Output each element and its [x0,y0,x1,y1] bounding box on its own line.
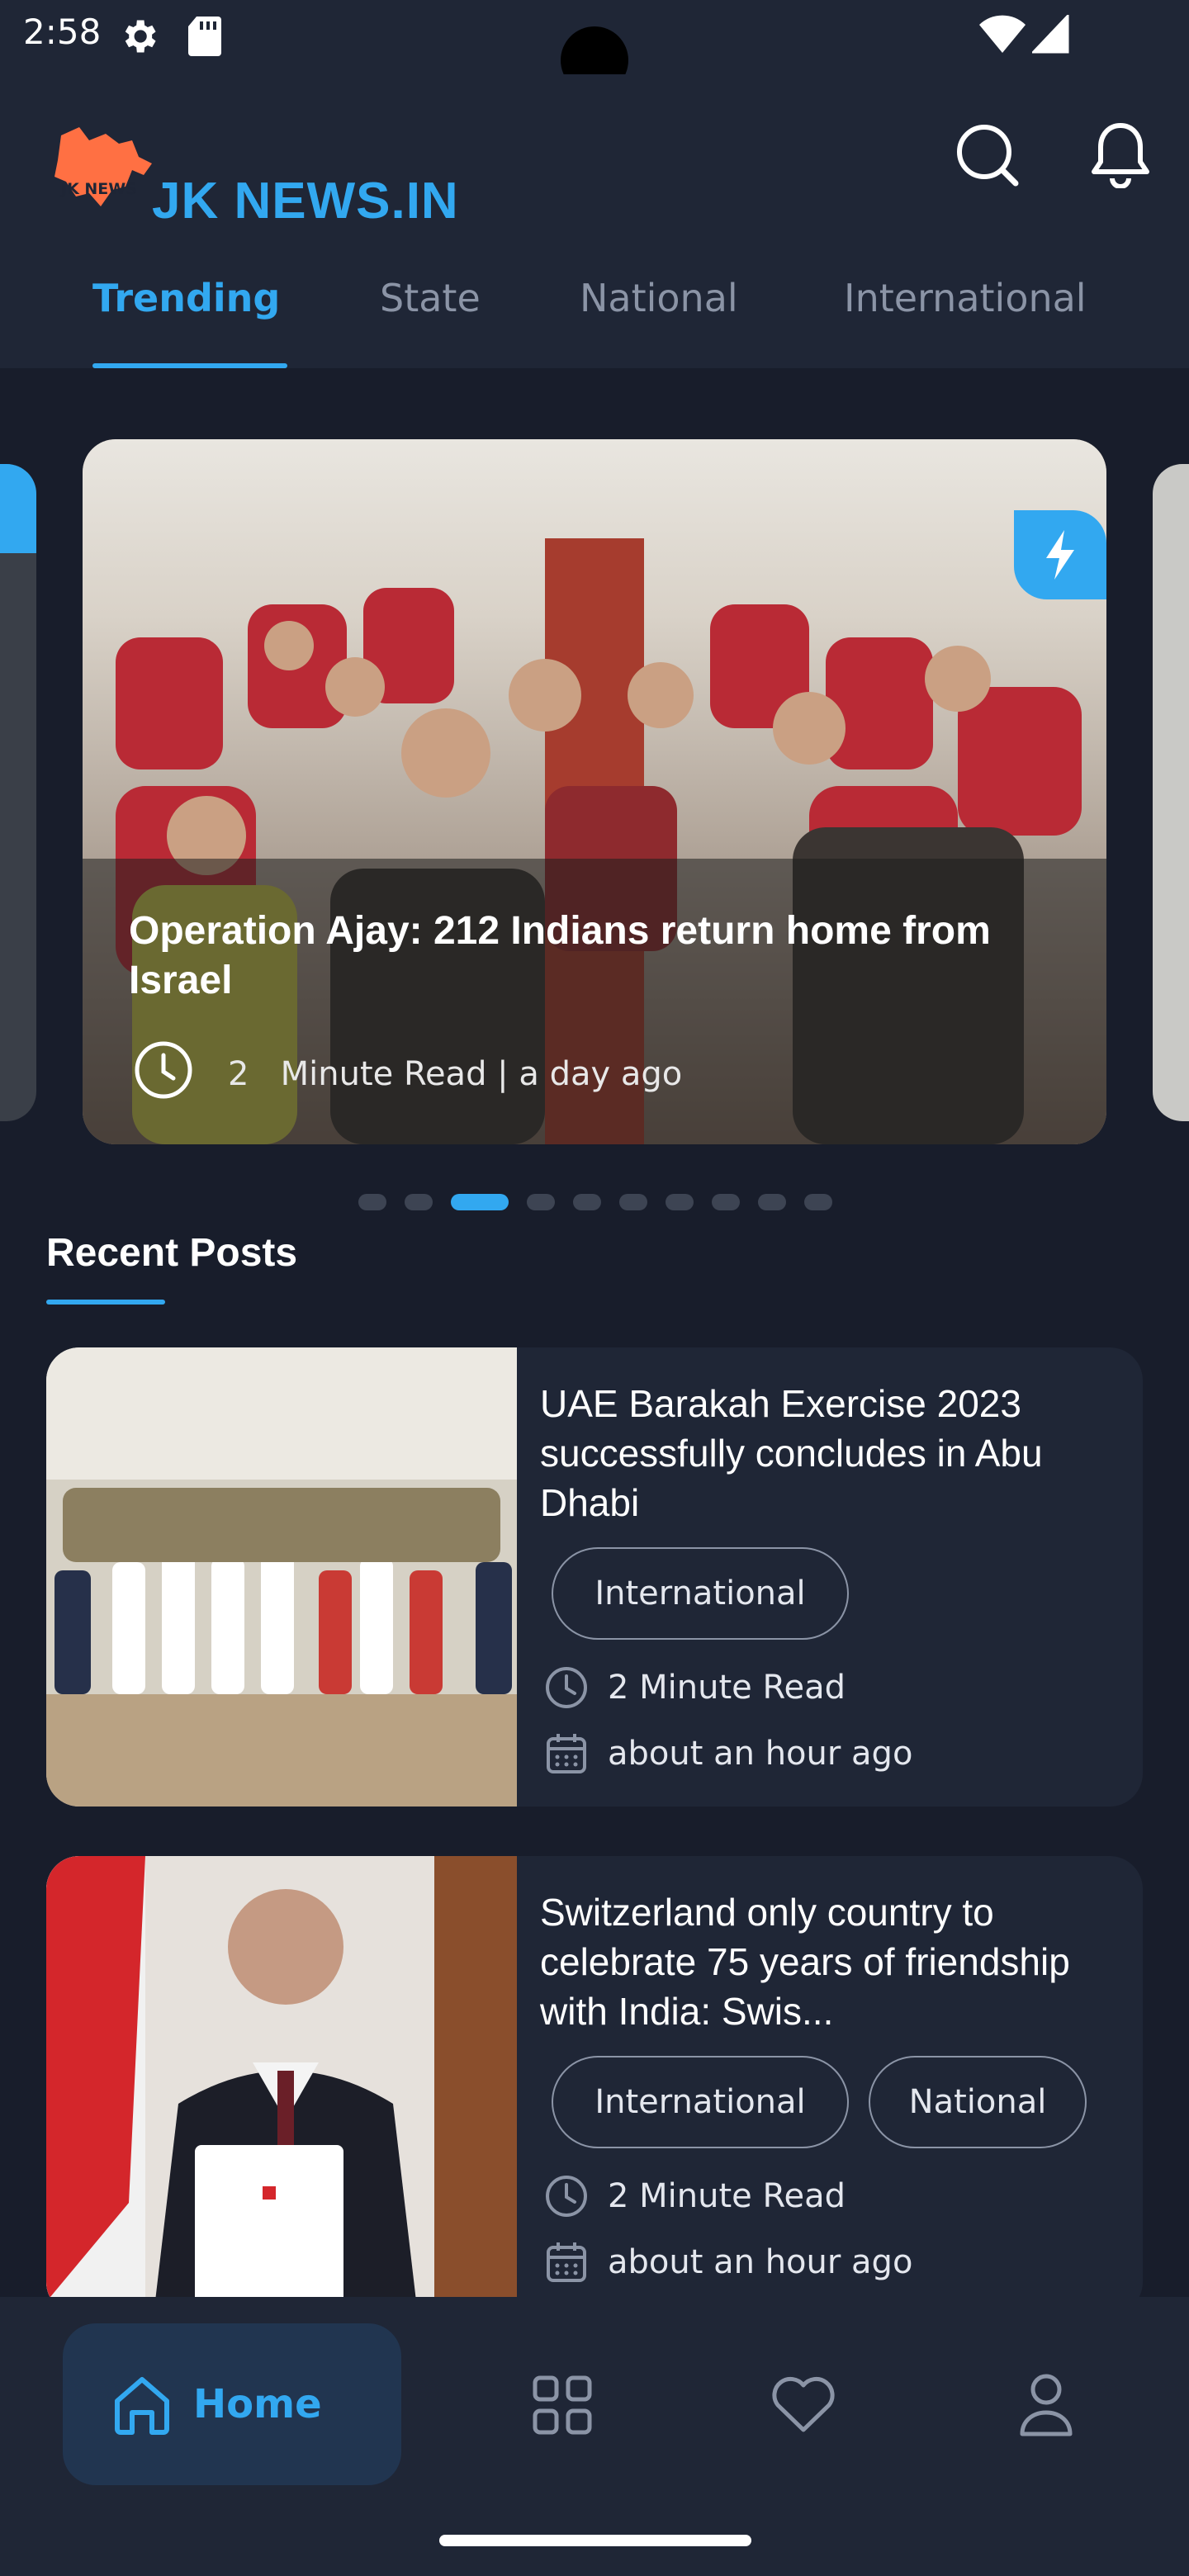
time-ago: about an hour ago [608,1735,913,1773]
post-card[interactable]: Switzerland only country to celebrate 75… [46,1856,1143,2315]
read-time: 2 Minute Read [608,2177,846,2215]
bell-icon [1092,123,1149,188]
clock-icon [543,2173,590,2219]
home-indicator[interactable] [439,2535,751,2546]
previous-slide-card[interactable] [0,464,36,1121]
pagination-dot[interactable] [573,1194,601,1210]
tab-state[interactable]: State [380,276,481,320]
carousel-pagination [0,1194,1189,1212]
calendar-icon [543,1731,590,1777]
read-time-row: 2 Minute Read [543,2173,846,2219]
trending-badge [1014,510,1106,599]
lightning-badge-icon [0,464,36,553]
logo-badge-text: JK NEWS [61,180,137,198]
post-thumbnail [46,1347,517,1807]
nav-categories-button[interactable] [525,2368,599,2442]
section-underline [46,1300,165,1305]
next-slide-card[interactable] [1153,464,1189,1121]
clock-icon [132,1039,195,1105]
tag-chip[interactable]: International [552,2056,849,2148]
grid-icon [533,2375,592,2435]
post-title: Switzerland only country to celebrate 75… [540,1891,1070,2033]
sd-card-icon [187,15,223,61]
pagination-dot[interactable] [804,1194,832,1210]
pagination-dot[interactable] [619,1194,647,1210]
featured-read-time: 2 [228,1055,249,1093]
pagination-dot[interactable] [712,1194,740,1210]
tab-international[interactable]: International [844,276,1087,320]
featured-meta: 2 Minute Read | a day ago [228,1055,682,1093]
pagination-dot[interactable] [527,1194,555,1210]
time-ago: about an hour ago [608,2243,913,2281]
tag-chip[interactable]: International [552,1547,849,1640]
post-title: UAE Barakah Exercise 2023 successfully c… [540,1382,1043,1524]
signal-icon [1030,12,1070,58]
read-time-row: 2 Minute Read [543,1664,846,1711]
tag-chip[interactable]: National [869,2056,1087,2148]
status-time: 2:58 [23,12,102,52]
nav-favorites-button[interactable] [766,2368,841,2442]
clock-icon [543,1664,590,1711]
featured-news-title: Operation Ajay: 212 Indians return home … [129,909,991,1002]
date-row: about an hour ago [543,2239,912,2285]
pagination-dot[interactable] [758,1194,786,1210]
pagination-dot[interactable] [405,1194,433,1210]
featured-news-card[interactable]: Operation Ajay: 212 Indians return home … [83,439,1106,1144]
search-button[interactable] [950,117,1024,192]
date-row: about an hour ago [543,1731,912,1777]
nav-home-button[interactable]: Home [63,2323,401,2485]
pagination-dot-active[interactable] [451,1194,509,1210]
home-icon [115,2377,169,2435]
recent-posts-heading: Recent Posts [46,1231,298,1275]
trending-carousel[interactable]: Operation Ajay: 212 Indians return home … [0,368,1189,1194]
calendar-icon [543,2239,590,2285]
nav-profile-button[interactable] [1009,2368,1083,2442]
tab-national[interactable]: National [580,276,738,320]
featured-meta-suffix: Minute Read | a day ago [280,1055,683,1093]
nav-home-label: Home [193,2381,322,2427]
app-logo[interactable]: JK NEWS JK NEWS.IN [46,111,509,230]
wifi-icon [979,15,1026,58]
post-thumbnail [46,1856,517,2315]
read-time: 2 Minute Read [608,1669,846,1707]
app-header: JK NEWS JK NEWS.IN [0,74,1189,368]
post-card[interactable]: UAE Barakah Exercise 2023 successfully c… [46,1347,1143,1807]
settings-gear-icon [117,15,160,61]
status-bar: 2:58 [0,0,1189,94]
tab-trending[interactable]: Trending [92,276,280,320]
app-screen: 2:58 JK NEWS JK NEWS.IN Trending State N… [0,0,1189,2576]
app-title: JK NEWS.IN [152,173,459,230]
search-icon [957,125,1019,187]
heart-icon [772,2376,835,2432]
profile-icon [1020,2374,1073,2436]
notifications-button[interactable] [1083,117,1158,192]
jk-map-icon [54,127,152,206]
pagination-dot[interactable] [666,1194,694,1210]
pagination-dot[interactable] [358,1194,386,1210]
lightning-icon [1046,530,1074,580]
